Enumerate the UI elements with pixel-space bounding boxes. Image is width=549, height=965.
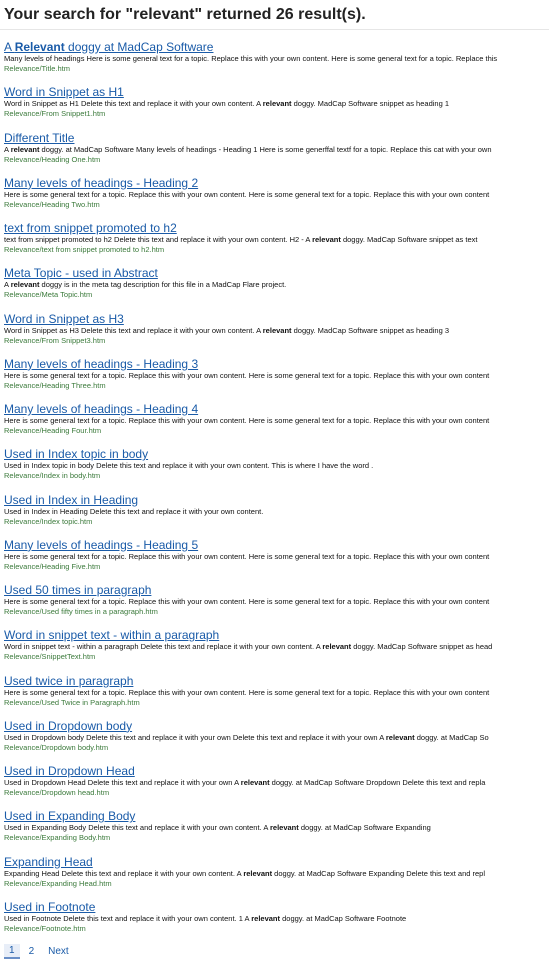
result-title-link[interactable]: Used 50 times in paragraph [4, 583, 549, 597]
result-item: Used in Footnote Used in Footnote Delete … [4, 900, 549, 945]
result-item: Different Title A relevant doggy. at MadC… [4, 131, 549, 176]
result-title-link[interactable]: Different Title [4, 131, 549, 145]
highlight-term: Relevant [14, 40, 65, 54]
page-2-link[interactable]: 2 [24, 945, 40, 958]
result-url: Relevance/Index topic.htm [4, 516, 93, 526]
result-snippet: Here is some general text for a topic. R… [4, 189, 490, 199]
result-url: Relevance/Heading Five.htm [4, 561, 101, 571]
result-url: Relevance/Dropdown body.htm [4, 742, 109, 752]
result-item: Word in Snippet as H3 Word in Snippet as … [4, 312, 549, 357]
result-title-link[interactable]: Used twice in paragraph [4, 674, 549, 688]
result-url: Relevance/Expanding Body.htm [4, 833, 111, 843]
result-url: Relevance/From Snippet1.htm [4, 109, 106, 119]
highlight-term: relevant [10, 144, 40, 154]
result-snippet: text from snippet promoted to h2 Delete … [4, 235, 478, 244]
result-item: text from snippet promoted to h2 text fro… [4, 221, 549, 266]
highlight-term: relevant [270, 823, 299, 833]
result-url: Relevance/Meta Topic.htm [4, 290, 93, 300]
result-url: Relevance/text from snippet promoted to … [4, 245, 165, 254]
result-snippet: Used in Dropdown Head Delete this text a… [4, 778, 486, 787]
result-item: Used in Index in Heading Used in Index in… [4, 493, 549, 538]
result-snippet: Used in Footnote Delete this text and re… [4, 913, 407, 923]
page-title: Your search for "relevant" returned 26 r… [4, 6, 366, 23]
result-item: Word in Snippet as H1 Word in Snippet as … [4, 85, 549, 130]
result-item: Many levels of headings - Heading 2 Here … [4, 176, 549, 221]
highlight-term: relevant [251, 913, 281, 923]
result-url: Relevance/Heading One.htm [4, 154, 101, 164]
result-snippet: Word in Snippet as H3 Delete this text a… [4, 325, 450, 335]
result-url: Relevance/Heading Three.htm [4, 380, 106, 390]
result-snippet: Used in Dropdown body Delete this text a… [4, 732, 489, 742]
result-item: Many levels of headings - Heading 3 Here … [4, 357, 549, 402]
result-item: Many levels of headings - Heading 4 Here … [4, 402, 549, 447]
result-title-link[interactable]: A Relevant doggy at MadCap Software [4, 40, 549, 54]
highlight-term: relevant [312, 235, 341, 244]
page-1-link[interactable]: 1 [4, 944, 20, 959]
result-item: Expanding Head Expanding Head Delete this… [4, 855, 549, 900]
result-url: Relevance/Used fifty times in a paragrap… [4, 607, 158, 616]
result-item: A Relevant doggy at MadCap Software Many … [4, 40, 549, 85]
result-item: Used in Expanding Body Used in Expanding … [4, 809, 549, 854]
result-url: Relevance/Heading Two.htm [4, 199, 100, 209]
result-title-link[interactable]: Used in Expanding Body [4, 809, 549, 823]
result-snippet: Word in Snippet as H1 Delete this text a… [4, 99, 450, 109]
result-snippet: Here is some general text for a topic. R… [4, 551, 490, 561]
next-page-link[interactable]: Next [43, 945, 74, 958]
result-url: Relevance/Used Twice in Paragraph.htm [4, 697, 140, 707]
result-title-link[interactable]: Used in Dropdown body [4, 719, 549, 733]
result-title-link[interactable]: text from snippet promoted to h2 [4, 221, 549, 235]
result-url: Relevance/From Snippet3.htm [4, 335, 106, 345]
result-snippet: Here is some general text for a topic. R… [4, 370, 490, 380]
result-title-link[interactable]: Word in Snippet as H1 [4, 85, 549, 99]
highlight-term: relevant [322, 642, 352, 652]
result-snippet: Word in snippet text - within a paragrap… [4, 642, 493, 652]
result-title-link[interactable]: Used in Index topic in body [4, 447, 549, 461]
highlight-term: relevant [10, 280, 40, 290]
result-url: Relevance/Expanding Head.htm [4, 878, 112, 888]
highlight-term: relevant [262, 325, 292, 335]
result-url: Relevance/SnippetText.htm [4, 652, 96, 662]
result-snippet: A relevant doggy is in the meta tag desc… [4, 280, 287, 290]
result-title-link[interactable]: Many levels of headings - Heading 2 [4, 176, 549, 190]
result-snippet: Used in Expanding Body Delete this text … [4, 823, 431, 833]
result-snippet: Here is some general text for a topic. R… [4, 416, 490, 425]
result-item: Used 50 times in paragraph Here is some g… [4, 583, 549, 628]
search-results-header: Your search for "relevant" returned 26 r… [0, 0, 549, 30]
result-url: Relevance/Footnote.htm [4, 923, 86, 933]
result-title-link[interactable]: Used in Dropdown Head [4, 764, 549, 778]
result-snippet: Here is some general text for a topic. R… [4, 597, 490, 606]
result-item: Word in snippet text - within a paragrap… [4, 628, 549, 673]
result-title-link[interactable]: Meta Topic - used in Abstract [4, 266, 549, 280]
result-url: Relevance/Dropdown head.htm [4, 788, 110, 797]
result-snippet: Used in Index topic in body Delete this … [4, 461, 374, 471]
pagination: 1 2 Next [4, 944, 74, 959]
result-title-link[interactable]: Used in Footnote [4, 900, 549, 914]
result-snippet: Expanding Head Delete this text and repl… [4, 868, 485, 878]
result-item: Used in Dropdown Head Used in Dropdown He… [4, 764, 549, 809]
result-title-link[interactable]: Many levels of headings - Heading 3 [4, 357, 549, 371]
result-title-link[interactable]: Many levels of headings - Heading 5 [4, 538, 549, 552]
result-snippet: Used in Index in Heading Delete this tex… [4, 506, 264, 516]
result-item: Meta Topic - used in Abstract A relevant … [4, 266, 549, 311]
highlight-term: relevant [385, 732, 415, 742]
result-item: Used twice in paragraph Here is some gene… [4, 674, 549, 719]
result-title-link[interactable]: Word in Snippet as H3 [4, 312, 549, 326]
result-url: Relevance/Heading Four.htm [4, 426, 102, 435]
result-item: Many levels of headings - Heading 5 Here … [4, 538, 549, 583]
result-url: Relevance/Title.htm [4, 64, 70, 73]
results-list: A Relevant doggy at MadCap Software Many … [0, 40, 549, 945]
highlight-term: relevant [262, 99, 292, 109]
highlight-term: relevant [240, 778, 270, 787]
result-snippet: Here is some general text for a topic. R… [4, 687, 490, 697]
result-snippet: A relevant doggy. at MadCap Software Man… [4, 144, 492, 154]
result-snippet: Many levels of headings Here is some gen… [4, 54, 498, 63]
result-title-link[interactable]: Expanding Head [4, 855, 549, 869]
result-title-link[interactable]: Word in snippet text - within a paragrap… [4, 628, 549, 642]
result-title-link[interactable]: Used in Index in Heading [4, 493, 549, 507]
result-url: Relevance/Index in body.htm [4, 471, 101, 481]
result-title-link[interactable]: Many levels of headings - Heading 4 [4, 402, 549, 416]
result-item: Used in Dropdown body Used in Dropdown bo… [4, 719, 549, 764]
highlight-term: relevant [243, 868, 273, 878]
result-item: Used in Index topic in body Used in Index… [4, 447, 549, 492]
